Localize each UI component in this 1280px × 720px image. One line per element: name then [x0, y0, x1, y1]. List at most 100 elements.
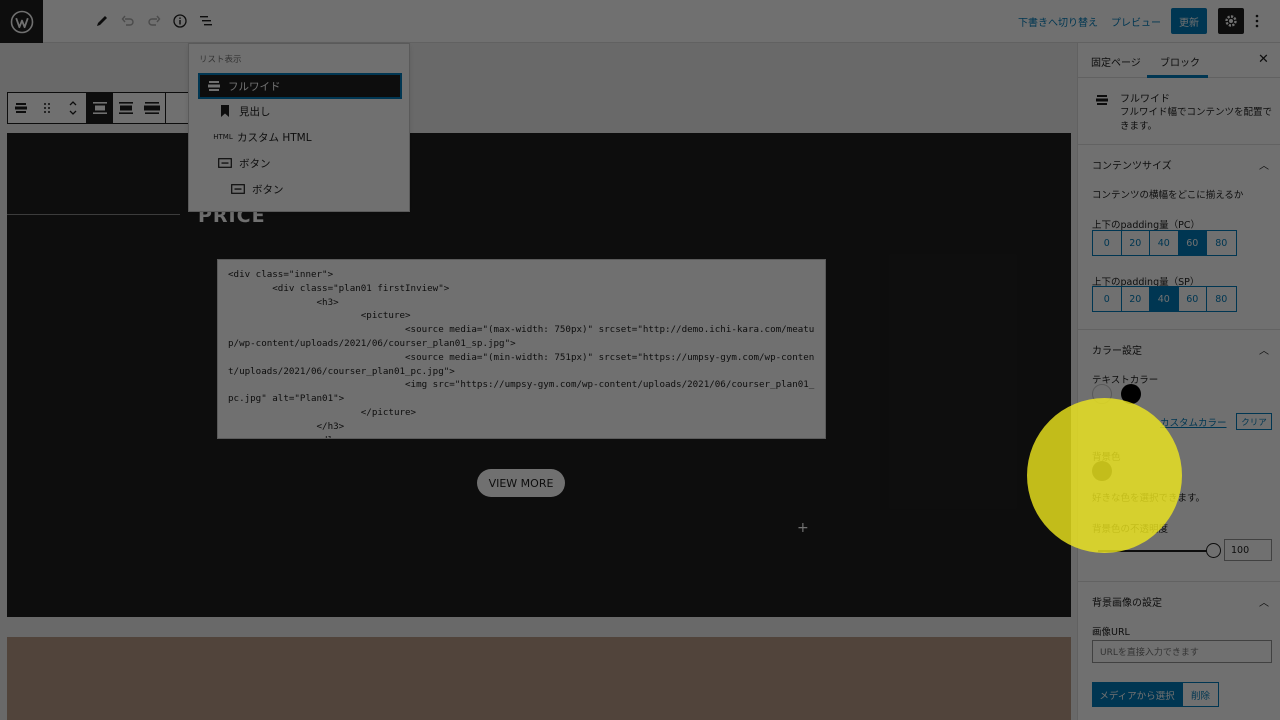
list-item-button[interactable]: ボタン [230, 177, 284, 201]
list-view-button[interactable] [194, 9, 218, 33]
opacity-slider-track[interactable] [1098, 550, 1214, 552]
delete-image-button[interactable]: 削除 [1182, 682, 1219, 707]
toolbar-divider [165, 93, 166, 123]
list-item-label: 見出し [239, 105, 271, 118]
redo-icon [148, 15, 161, 26]
padding-sp-80[interactable]: 80 [1207, 287, 1236, 311]
padding-pc-80[interactable]: 80 [1207, 231, 1236, 255]
padding-pc-20[interactable]: 20 [1121, 231, 1150, 255]
block-toolbar [7, 92, 197, 124]
tab-block[interactable]: ブロック [1160, 54, 1200, 69]
wordpress-logo-button[interactable] [0, 0, 43, 43]
block-name: フルワイド [1120, 94, 1170, 105]
bg-color-label: 背景色 [1092, 452, 1121, 463]
white-color-swatch[interactable] [1092, 384, 1112, 404]
button-block-icon [230, 182, 246, 196]
next-section-block[interactable] [7, 637, 1071, 720]
padding-sp-segmented: 0 20 40 60 80 [1092, 286, 1237, 312]
section-divider [1078, 329, 1280, 330]
editor-canvas: PRICE <div class="inner"> <div class="pl… [0, 43, 1077, 720]
custom-color-link[interactable]: カスタムカラー [1160, 415, 1227, 429]
section-divider [1078, 144, 1280, 145]
align-center-button[interactable] [113, 93, 139, 123]
settings-sidebar: 固定ページ ブロック ✕ フルワイド フルワイド幅でコンテンツを配置できます。 … [1077, 43, 1280, 720]
html-icon: HTML [213, 133, 233, 141]
padding-pc-0[interactable]: 0 [1093, 231, 1122, 255]
padding-pc-label: 上下のpadding量（PC） [1092, 220, 1200, 231]
gear-icon [1225, 15, 1237, 27]
custom-html-code-box[interactable]: <div class="inner"> <div class="plan01 f… [217, 259, 826, 439]
fullwide-block-icon [206, 79, 222, 93]
opacity-number-input[interactable]: 100 [1224, 539, 1272, 561]
content-size-section-title[interactable]: コンテンツサイズ [1092, 157, 1172, 172]
color-section-title[interactable]: カラー設定 [1092, 342, 1142, 357]
active-tab-indicator [1147, 75, 1208, 78]
undo-button[interactable] [116, 9, 140, 33]
drag-handle[interactable] [34, 93, 60, 123]
block-description: フルワイド幅でコンテンツを配置できます。 [1120, 107, 1273, 132]
view-more-button[interactable]: VIEW MORE [477, 469, 565, 497]
plus-icon[interactable]: + [797, 520, 809, 536]
image-url-input[interactable]: URLを直接入力できます [1092, 640, 1272, 663]
section-divider [1078, 581, 1280, 582]
chevron-up-icon[interactable]: ︿ [1259, 157, 1269, 172]
padding-sp-0[interactable]: 0 [1093, 287, 1122, 311]
editor-top-bar: + 下書きへ切り替え プレビュー 更新 [0, 0, 1280, 43]
bookmark-icon [217, 104, 233, 118]
buttons-block-icon [217, 156, 233, 170]
list-item-label: カスタム HTML [237, 131, 312, 144]
bg-color-swatch[interactable] [1092, 461, 1112, 481]
padding-pc-60[interactable]: 60 [1178, 231, 1207, 255]
close-icon[interactable]: ✕ [1258, 52, 1269, 67]
chevron-up-icon[interactable]: ︿ [1259, 594, 1269, 609]
clear-color-button[interactable]: クリア [1236, 413, 1272, 430]
list-item-custom-html[interactable]: HTML カスタム HTML [213, 125, 312, 149]
settings-button[interactable] [1218, 8, 1244, 34]
redo-button[interactable] [142, 9, 166, 33]
padding-pc-40[interactable]: 40 [1150, 231, 1179, 255]
bg-image-section-title[interactable]: 背景画像の設定 [1092, 594, 1162, 609]
sidebar-tabs: 固定ページ ブロック ✕ [1078, 43, 1280, 78]
drag-handle-icon [44, 103, 50, 113]
padding-sp-20[interactable]: 20 [1121, 287, 1150, 311]
switch-to-draft-link[interactable]: 下書きへ切り替え [1018, 14, 1098, 29]
bg-color-help: 好きな色を選択できます。 [1092, 493, 1206, 504]
bg-opacity-label: 背景色の不透明度 [1092, 524, 1169, 535]
html-code-text: <div class="inner"> <div class="plan01 f… [228, 269, 815, 438]
pencil-icon [97, 16, 107, 26]
align-wide-icon [93, 102, 107, 114]
align-center-icon [119, 102, 133, 114]
padding-sp-60[interactable]: 60 [1178, 287, 1207, 311]
undo-icon [121, 15, 134, 26]
move-up-down-button[interactable] [60, 93, 86, 123]
select-media-button[interactable]: メディアから選択 [1092, 682, 1182, 707]
list-item-label: ボタン [252, 183, 284, 196]
fullwide-dark-section[interactable]: PRICE <div class="inner"> <div class="pl… [7, 133, 1071, 617]
chevron-up-down-icon [69, 101, 77, 115]
list-item-heading[interactable]: 見出し [217, 99, 271, 123]
list-view-icon [200, 16, 212, 26]
image-url-label: 画像URL [1092, 627, 1130, 638]
padding-sp-40[interactable]: 40 [1150, 287, 1179, 311]
list-item-buttons[interactable]: ボタン [217, 151, 271, 175]
black-color-swatch[interactable] [1121, 384, 1141, 404]
chevron-up-icon[interactable]: ︿ [1259, 342, 1269, 357]
options-button[interactable] [1250, 10, 1264, 32]
align-width-label: コンテンツの横幅をどこに揃えるか [1092, 190, 1244, 201]
list-item-label: フルワイド [228, 80, 281, 93]
tab-page[interactable]: 固定ページ [1091, 54, 1141, 69]
opacity-slider-thumb[interactable] [1206, 543, 1221, 558]
preview-link[interactable]: プレビュー [1111, 14, 1161, 29]
more-vertical-icon [1255, 14, 1259, 28]
wordpress-icon [10, 10, 33, 33]
list-item-fullwide[interactable]: フルワイド [198, 73, 402, 99]
horizontal-rule [7, 214, 180, 215]
align-content-width-button[interactable] [87, 93, 113, 123]
list-item-label: ボタン [239, 157, 271, 170]
tools-button[interactable] [90, 9, 114, 33]
block-type-button[interactable] [8, 93, 34, 123]
update-button[interactable]: 更新 [1171, 8, 1207, 34]
fullwide-block-icon [15, 103, 27, 113]
details-button[interactable] [168, 9, 192, 33]
align-full-button[interactable] [139, 93, 165, 123]
